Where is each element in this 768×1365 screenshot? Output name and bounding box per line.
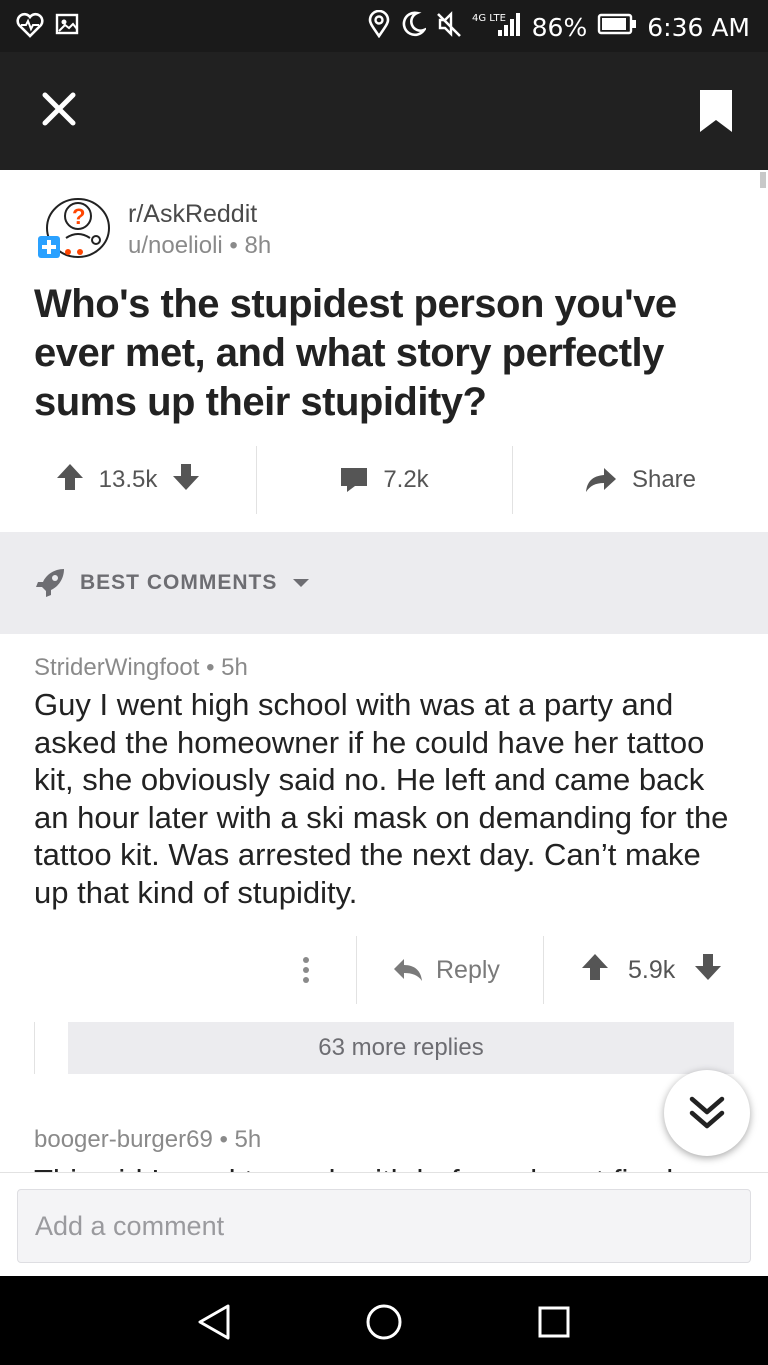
bookmark-icon — [700, 90, 732, 132]
thread-line — [34, 1022, 35, 1074]
upvote-button[interactable] — [55, 462, 85, 499]
scroll-next-comment-button[interactable] — [664, 1070, 750, 1156]
more-replies-button[interactable]: 63 more replies — [68, 1022, 734, 1074]
battery-percent: 86% — [531, 12, 588, 42]
more-vertical-icon — [303, 957, 309, 983]
meta-separator: • — [206, 654, 222, 681]
comment-age: 5h — [234, 1126, 262, 1153]
battery-icon — [597, 12, 637, 42]
home-circle-icon — [366, 1304, 402, 1340]
upvote-arrow-icon — [582, 953, 608, 980]
status-bar: 4G LTE 86% 6:36 AM — [0, 0, 768, 52]
comment-upvote-button[interactable] — [580, 952, 610, 989]
close-button[interactable] — [36, 86, 82, 132]
comment-author[interactable]: booger-burger69 — [34, 1126, 213, 1153]
share-button[interactable]: Share — [512, 444, 768, 516]
status-right-icons: 4G LTE 86% 6:36 AM — [368, 9, 750, 44]
comment-score: 5.9k — [628, 955, 676, 984]
divider — [543, 936, 544, 1004]
comments-button[interactable]: 7.2k — [256, 444, 512, 516]
subreddit-avatar[interactable]: ? — [36, 196, 112, 266]
comment-sort-selector[interactable]: BEST COMMENTS — [0, 532, 768, 634]
clock: 6:36 AM — [647, 12, 750, 42]
back-triangle-icon — [198, 1304, 230, 1340]
comment-meta: booger-burger69 • 5h — [34, 1126, 261, 1154]
post-score: 13.5k — [98, 466, 158, 493]
heart-pulse-icon — [16, 12, 44, 43]
post-age: 8h — [244, 232, 272, 259]
mute-icon — [436, 10, 462, 44]
comment-count: 7.2k — [383, 466, 429, 493]
reply-arrow-icon — [394, 959, 422, 981]
top-toolbar — [0, 52, 768, 170]
comment-body-clipped: This girl I used to work with before alm… — [34, 1160, 764, 1172]
comment-age: 5h — [221, 654, 248, 681]
comment-vote-group: 5.9k — [580, 936, 723, 1004]
meta-separator: • — [229, 232, 245, 259]
meta-separator: • — [219, 1126, 235, 1153]
caret-down-icon — [293, 579, 310, 587]
scroll-indicator[interactable] — [760, 172, 766, 188]
post-card: ? r/AskReddit u/noelioli • 8h Who's the … — [0, 170, 768, 532]
double-chevron-down-icon — [689, 1096, 725, 1129]
comment-downvote-button[interactable] — [693, 952, 723, 989]
signal-icon: 4G LTE — [472, 10, 522, 44]
status-left-icons — [16, 12, 82, 43]
downvote-arrow-icon — [173, 463, 200, 490]
subreddit-name[interactable]: r/AskReddit — [128, 200, 257, 229]
comment-body: This girl I used to work with before alm… — [34, 1162, 764, 1172]
divider — [356, 936, 357, 1004]
post-actions: 13.5k 7.2k Share — [0, 444, 768, 516]
share-arrow-icon — [585, 468, 616, 492]
share-label: Share — [631, 466, 697, 493]
svg-text:?: ? — [72, 204, 85, 229]
comment-composer — [0, 1172, 768, 1276]
sort-label: BEST COMMENTS — [80, 571, 278, 594]
rocket-icon — [36, 569, 64, 597]
bookmark-button[interactable] — [698, 88, 734, 134]
comment-actions: Reply 5.9k — [0, 936, 768, 1004]
back-button[interactable] — [190, 1298, 238, 1346]
replies-thread: 63 more replies — [34, 1022, 734, 1074]
post-title: Who's the stupidest person you've ever m… — [34, 282, 677, 424]
downvote-button[interactable] — [171, 462, 201, 499]
close-icon — [42, 92, 76, 126]
system-navigation-bar — [0, 1276, 768, 1365]
home-button[interactable] — [360, 1298, 408, 1346]
reply-label: Reply — [436, 955, 500, 984]
recents-button[interactable] — [530, 1298, 578, 1346]
comment-meta: StriderWingfoot • 5h — [34, 654, 248, 682]
add-comment-input[interactable] — [17, 1189, 751, 1263]
post-meta: u/noelioli • 8h — [128, 232, 271, 260]
comment-bubble-icon — [341, 468, 368, 492]
network-type-label: 4G LTE — [472, 13, 506, 24]
post-author[interactable]: u/noelioli — [128, 232, 223, 259]
upvote-arrow-icon — [56, 463, 83, 490]
comment-body: Guy I went high school with was at a par… — [34, 687, 729, 910]
recents-square-icon — [538, 1306, 570, 1338]
moon-icon — [400, 10, 428, 44]
post-vote-group: 13.5k — [0, 444, 256, 516]
location-icon — [368, 9, 390, 44]
downvote-arrow-icon — [695, 953, 722, 980]
gallery-icon — [54, 12, 82, 43]
comment-overflow-button[interactable] — [288, 936, 324, 1004]
comment-author[interactable]: StriderWingfoot — [34, 654, 199, 681]
reply-button[interactable]: Reply — [392, 936, 500, 1004]
